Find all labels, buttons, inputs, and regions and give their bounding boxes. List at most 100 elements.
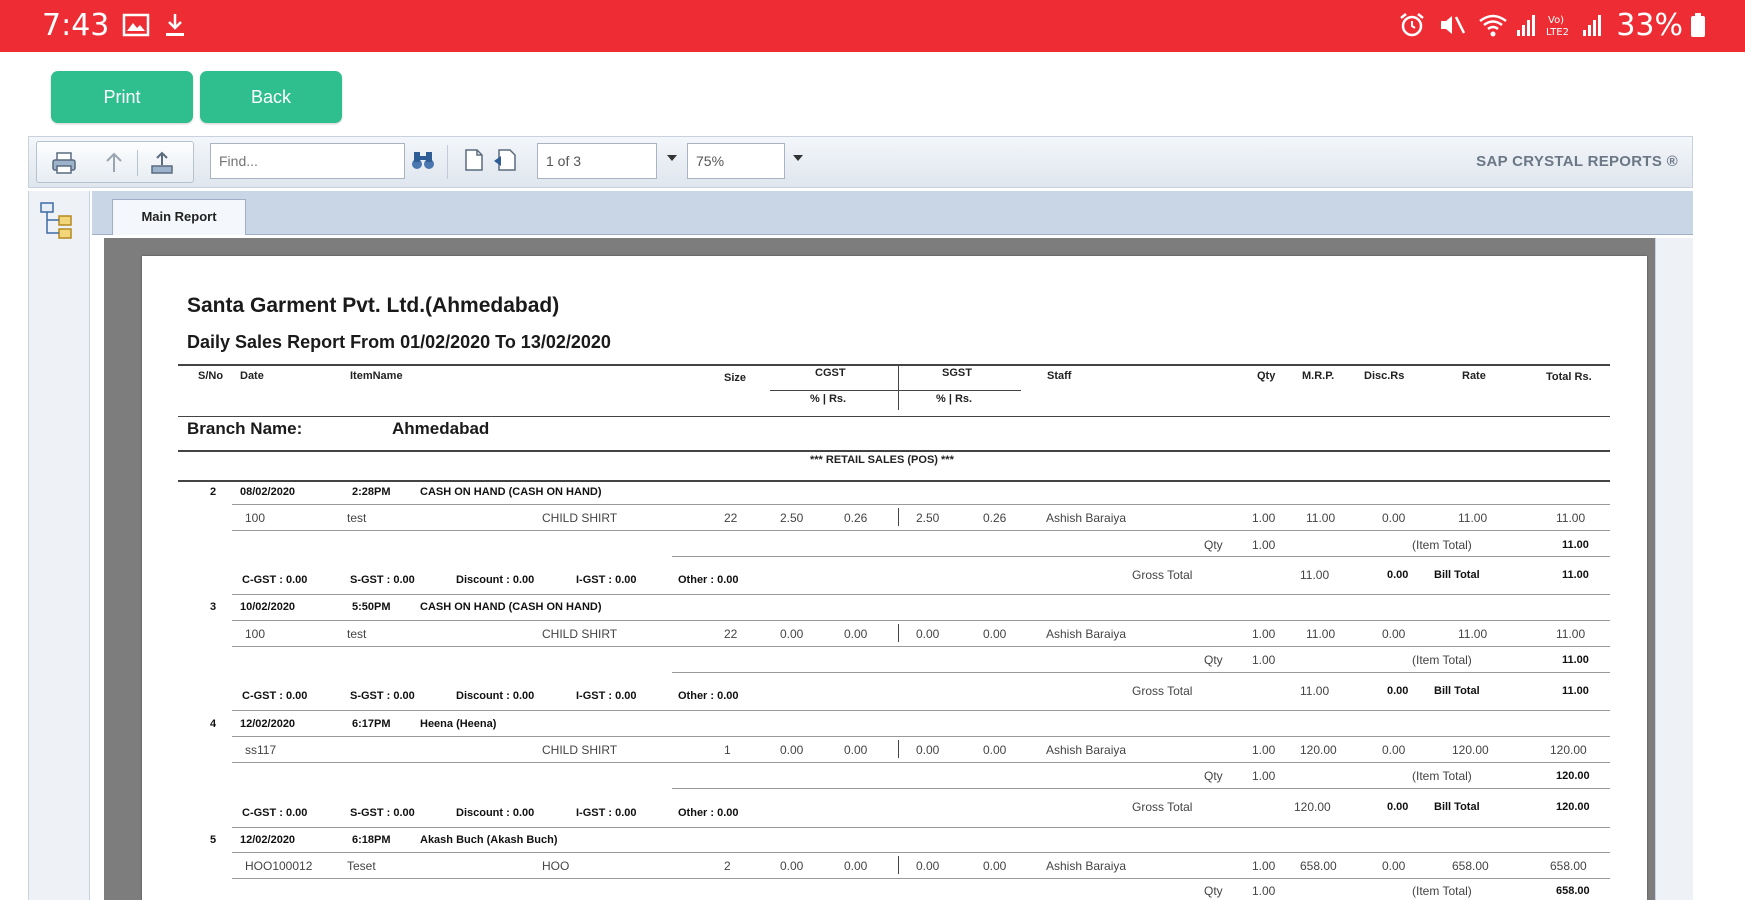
col-date: Date [240, 370, 264, 382]
bill-customer: Heena (Heena) [420, 718, 497, 730]
row-rule [232, 504, 1610, 505]
svg-text:LTE2: LTE2 [1546, 27, 1569, 38]
row-rule [232, 594, 1610, 595]
qty-label: Qty [1204, 769, 1223, 783]
item-rate: 658.00 [1452, 859, 1489, 873]
igst-summary: I-GST : 0.00 [576, 807, 637, 819]
bill-no: 2 [210, 486, 217, 498]
zoom-input[interactable] [687, 143, 785, 179]
item-sgst-pct: 0.00 [916, 743, 940, 757]
cgst-pct-rs: % | Rs. [810, 393, 847, 405]
zoom-dropdown-arrow-icon[interactable] [793, 155, 803, 161]
item-staff: Ashish Baraiya [1046, 627, 1127, 641]
signal-icon-2 [1583, 15, 1601, 36]
bill-date: 10/02/2020 [240, 601, 296, 613]
back-button[interactable]: Back [200, 71, 342, 123]
gross-total-label: Gross Total [1132, 684, 1193, 698]
item-size: 22 [724, 627, 738, 641]
qty-label: Qty [1204, 653, 1223, 667]
item-disc: 0.00 [1382, 627, 1406, 641]
row-rule [232, 646, 1610, 647]
viewer-brand: SAP CRYSTAL REPORTS ® [1476, 153, 1678, 170]
item-category: CHILD SHIRT [542, 743, 618, 757]
row-rule [232, 736, 1610, 737]
item-total: 11.00 [1556, 511, 1586, 525]
toolbar-divider-2 [447, 145, 448, 179]
export-report-icon[interactable] [149, 150, 175, 176]
status-time: 7:43 [42, 8, 110, 43]
sgst-rule [899, 390, 1021, 391]
branch-rule [178, 450, 1610, 452]
item-code: 100 [245, 511, 266, 525]
item-qty: 1.00 [1252, 743, 1276, 757]
report-tab-strip: Main Report [92, 191, 1693, 235]
col-staff: Staff [1047, 370, 1072, 382]
report-page: Santa Garment Pvt. Ltd.(Ahmedabad) Daily… [142, 256, 1647, 900]
bill-no: 3 [210, 601, 217, 613]
col-cgst: CGST [815, 367, 846, 379]
gross-discount: 0.00 [1387, 801, 1409, 813]
item-total-value: 120.00 [1556, 770, 1590, 782]
item-name: test [347, 511, 367, 525]
qty-total: 1.00 [1252, 653, 1276, 667]
export-icon[interactable] [101, 150, 127, 176]
page-number-input[interactable] [537, 143, 657, 179]
item-cgst-rs: 0.00 [844, 627, 868, 641]
sgst-summary: S-GST : 0.00 [350, 574, 415, 586]
gross-total-value: 11.00 [1300, 684, 1330, 698]
qty-total: 1.00 [1252, 769, 1276, 783]
qty-total: 1.00 [1252, 538, 1276, 552]
viewer-toolbar: SAP CRYSTAL REPORTS ® [28, 136, 1693, 188]
item-total-label: (Item Total) [1412, 769, 1472, 783]
page-dropdown-arrow-icon[interactable] [667, 155, 677, 161]
item-category: HOO [542, 859, 570, 873]
item-cgst-pct: 2.50 [780, 511, 804, 525]
print-icon[interactable] [51, 150, 77, 176]
gross-total-value: 11.00 [1300, 568, 1330, 582]
status-bar: 7:43 Vo) LTE2 33% [0, 0, 1745, 52]
igst-summary: I-GST : 0.00 [576, 574, 637, 586]
group-tree-icon[interactable] [39, 201, 75, 241]
item-name: Teset [347, 859, 376, 873]
discount-summary: Discount : 0.00 [456, 807, 535, 819]
bill-no: 5 [210, 834, 217, 846]
discount-summary: Discount : 0.00 [456, 574, 535, 586]
tab-main-report[interactable]: Main Report [112, 199, 246, 235]
gallery-icon [122, 13, 150, 37]
item-name: test [347, 627, 367, 641]
item-sgst-pct: 2.50 [916, 511, 940, 525]
sgst-summary: S-GST : 0.00 [350, 807, 415, 819]
next-page-icon[interactable] [492, 147, 518, 173]
col-total: Total Rs. [1546, 371, 1592, 383]
gst-divider [898, 624, 899, 642]
bill-date: 08/02/2020 [240, 486, 296, 498]
battery-icon [1691, 13, 1705, 37]
other-summary: Other : 0.00 [678, 574, 739, 586]
svg-text:Vo): Vo) [1548, 15, 1564, 26]
first-page-icon[interactable] [461, 147, 487, 173]
print-button[interactable]: Print [51, 71, 193, 123]
gross-discount: 0.00 [1387, 685, 1409, 697]
item-mrp: 11.00 [1306, 627, 1336, 641]
find-input[interactable] [210, 143, 405, 179]
item-total: 658.00 [1550, 859, 1587, 873]
gst-divider [898, 508, 899, 526]
qty-label: Qty [1204, 884, 1223, 898]
item-total: 11.00 [1556, 627, 1586, 641]
bill-total-label: Bill Total [1434, 569, 1480, 581]
item-total-value: 658.00 [1556, 885, 1590, 897]
item-disc: 0.00 [1382, 859, 1406, 873]
qty-total: 1.00 [1252, 884, 1276, 898]
signal-icon [1517, 15, 1535, 36]
binoculars-icon[interactable] [410, 147, 436, 173]
col-size: Size [724, 372, 747, 384]
bill-total-label: Bill Total [1434, 801, 1480, 813]
bill-date: 12/02/2020 [240, 834, 296, 846]
col-item: ItemName [350, 370, 403, 382]
other-summary: Other : 0.00 [678, 690, 739, 702]
right-scroll-gutter[interactable] [1655, 238, 1693, 900]
col-rate: Rate [1462, 370, 1486, 382]
item-category: CHILD SHIRT [542, 627, 618, 641]
bill-time: 6:17PM [352, 718, 391, 730]
row-rule [232, 762, 1610, 763]
